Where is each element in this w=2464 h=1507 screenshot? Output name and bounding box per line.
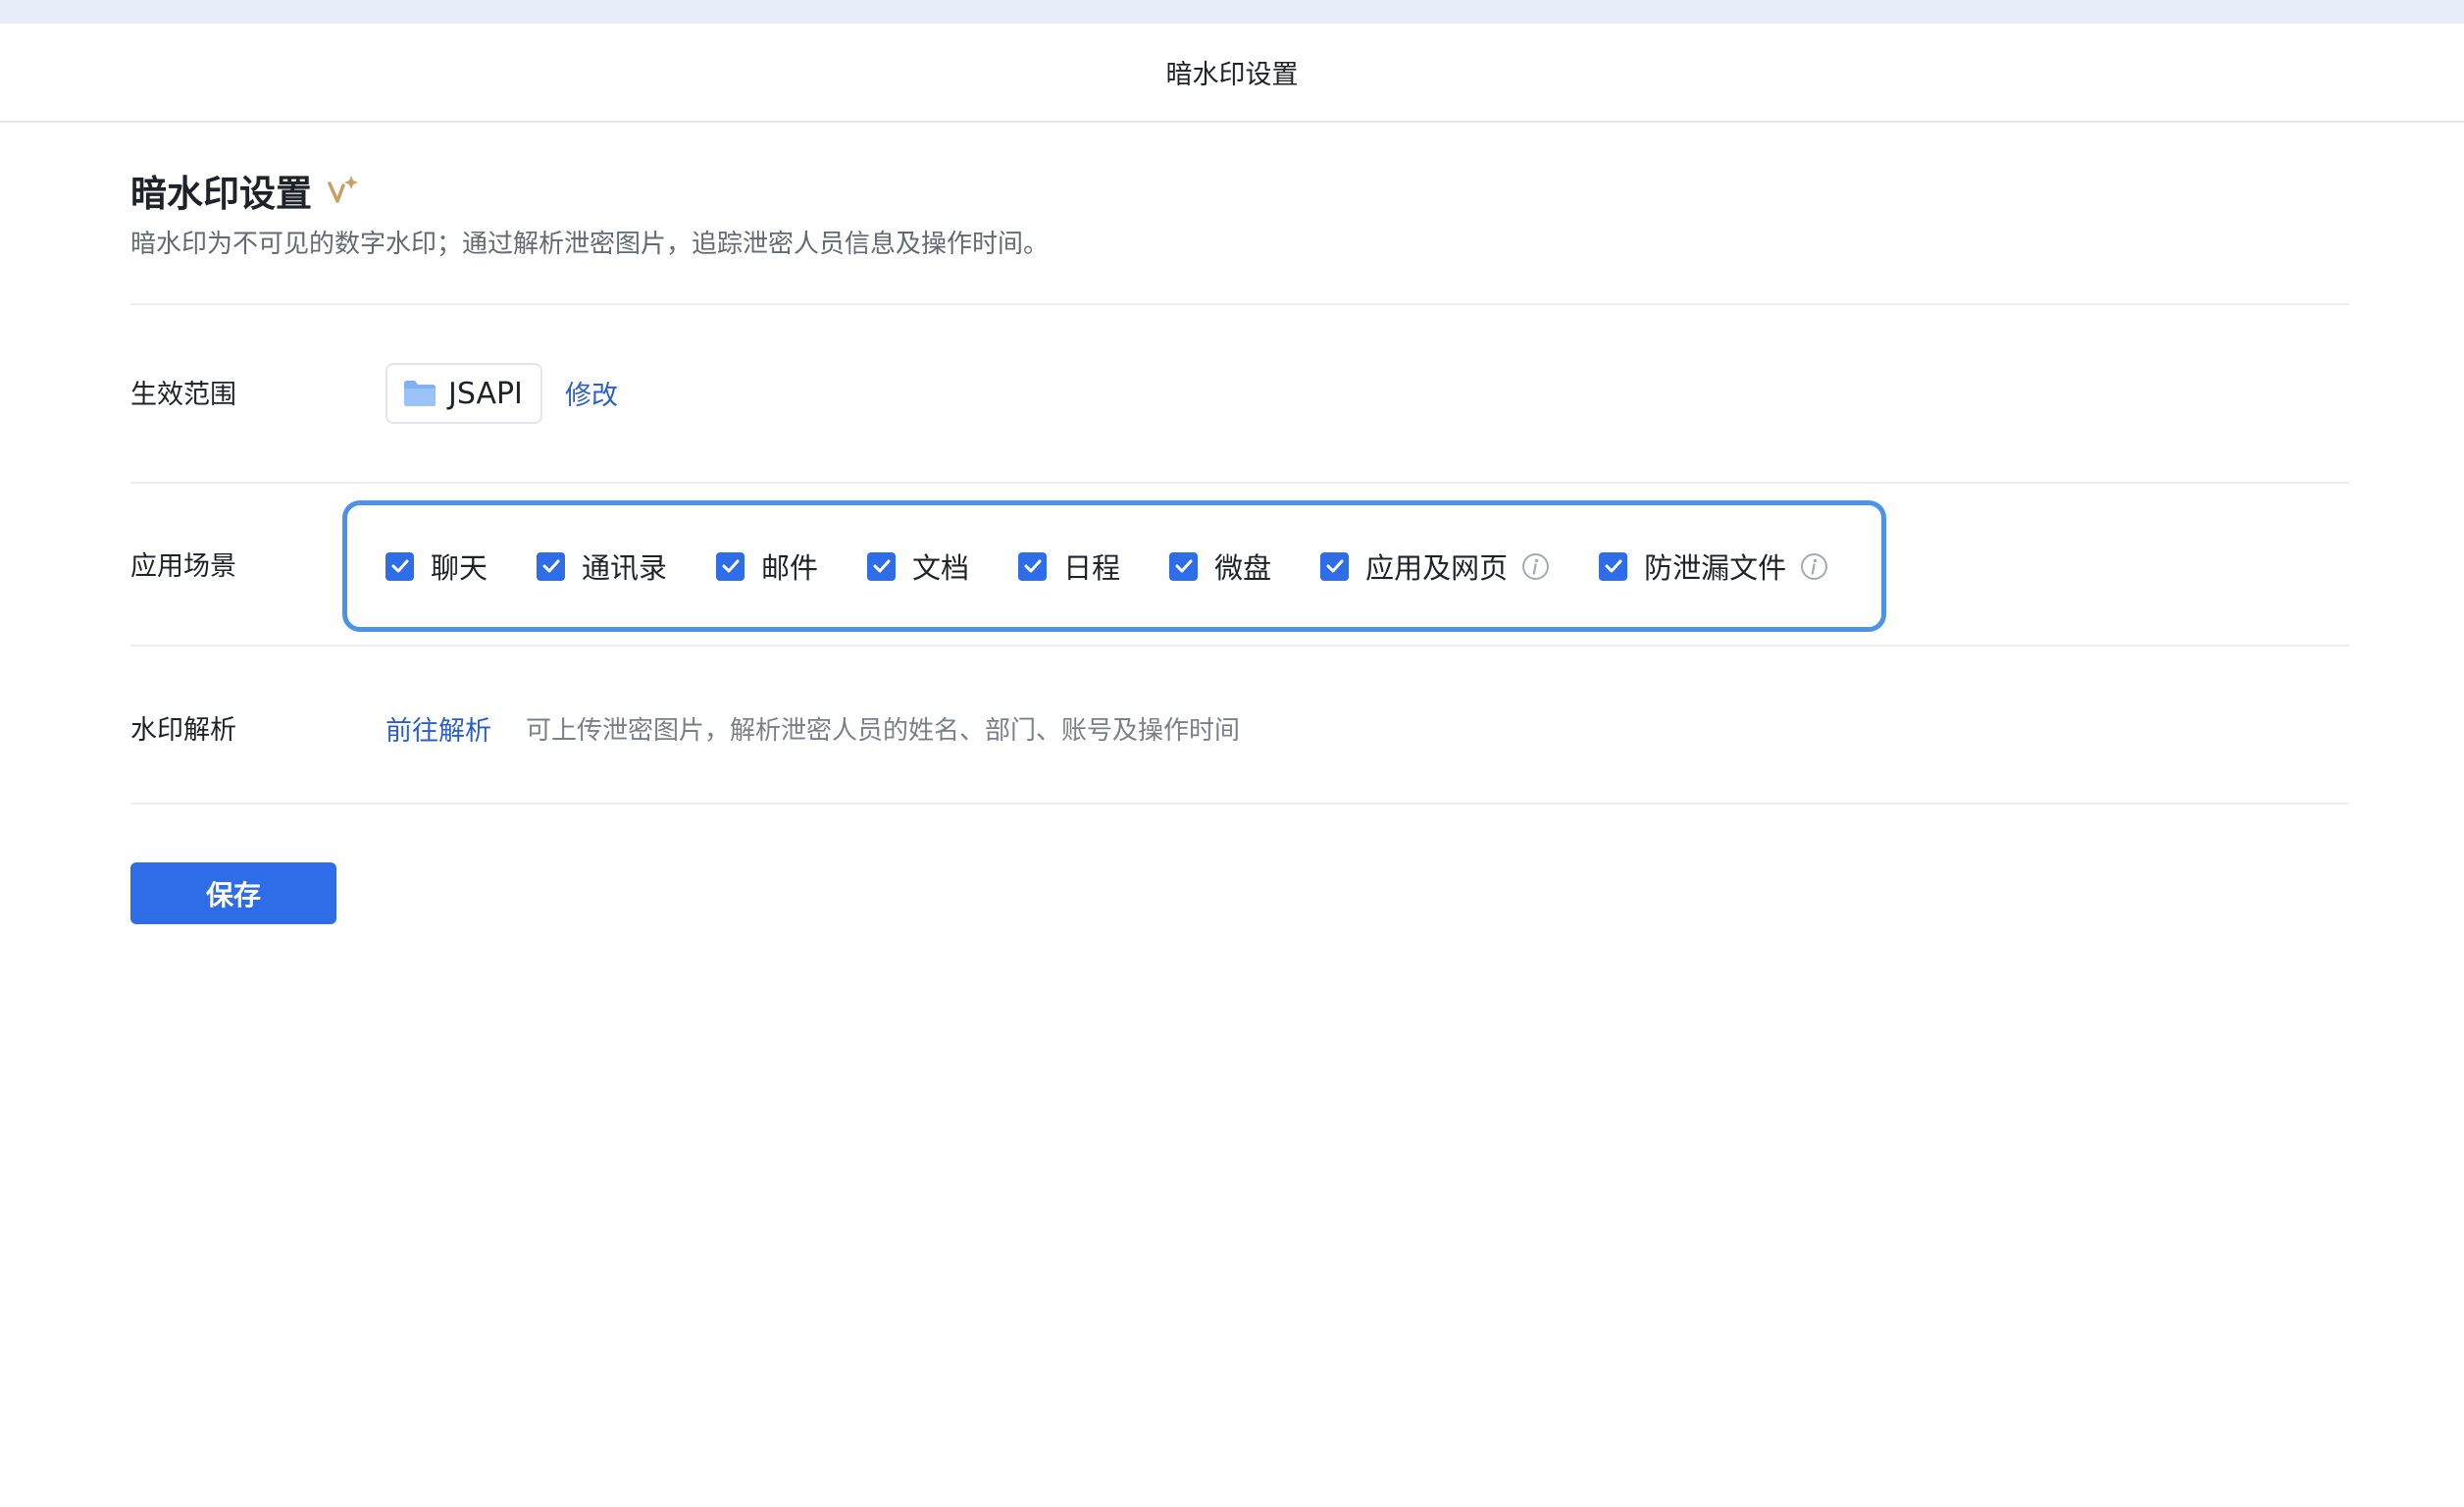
sparkle-icon <box>326 174 359 207</box>
scene-option-label: 聊天 <box>431 551 488 585</box>
checkbox-checked-icon[interactable] <box>385 551 414 581</box>
scene-option-label: 防泄漏文件 <box>1644 551 1787 585</box>
scene-option-label: 邮件 <box>761 551 819 585</box>
scene-option-label: 文档 <box>912 551 970 585</box>
scene-checkbox-list: 聊天 通讯录 邮件 文档 日程 微盘 应用及网页 防泄漏文件 <box>385 546 1828 586</box>
scope-chip[interactable]: JSAPI <box>385 363 542 424</box>
checkbox-checked-icon[interactable] <box>1169 551 1199 581</box>
divider <box>130 803 2349 805</box>
scope-value: JSAPI <box>448 376 523 411</box>
folder-icon <box>403 380 436 407</box>
scene-option-chat[interactable]: 聊天 <box>385 546 488 587</box>
modify-scope-link[interactable]: 修改 <box>565 374 618 412</box>
info-icon[interactable] <box>1521 552 1550 581</box>
scenes-label: 应用场景 <box>130 551 236 582</box>
scene-option-label: 日程 <box>1063 551 1121 585</box>
scope-label: 生效范围 <box>130 380 236 410</box>
checkbox-checked-icon[interactable] <box>716 551 745 581</box>
checkbox-checked-icon[interactable] <box>1320 551 1350 581</box>
checkbox-checked-icon[interactable] <box>1599 551 1628 581</box>
go-analyze-link[interactable]: 前往解析 <box>385 709 491 748</box>
scene-option-mail[interactable]: 邮件 <box>716 546 818 587</box>
divider <box>130 482 2349 484</box>
scene-option-label: 微盘 <box>1214 551 1272 585</box>
scene-option-dlp-files[interactable]: 防泄漏文件 <box>1599 546 1828 587</box>
scene-option-calendar[interactable]: 日程 <box>1018 546 1120 587</box>
page-title: 暗水印设置 <box>130 164 359 217</box>
window-top-strip <box>0 0 2464 24</box>
scene-option-apps-web[interactable]: 应用及网页 <box>1320 546 1550 587</box>
save-button[interactable]: 保存 <box>130 862 336 924</box>
page-title-text: 暗水印设置 <box>130 173 312 215</box>
divider <box>130 303 2349 305</box>
scene-option-contacts[interactable]: 通讯录 <box>537 546 667 587</box>
window-titlebar: 暗水印设置 <box>0 24 2464 123</box>
window-title: 暗水印设置 <box>1165 60 1299 90</box>
checkbox-checked-icon[interactable] <box>537 551 566 581</box>
checkbox-checked-icon[interactable] <box>867 551 897 581</box>
info-icon[interactable] <box>1800 552 1828 581</box>
scene-option-docs[interactable]: 文档 <box>867 546 969 587</box>
checkbox-checked-icon[interactable] <box>1018 551 1048 581</box>
scene-option-label: 应用及网页 <box>1365 551 1509 585</box>
divider <box>130 645 2349 647</box>
scene-option-drive[interactable]: 微盘 <box>1169 546 1271 587</box>
analysis-label: 水印解析 <box>130 715 236 746</box>
analysis-description: 可上传泄密图片，解析泄密人员的姓名、部门、账号及操作时间 <box>526 716 1241 746</box>
page-description: 暗水印为不可见的数字水印；通过解析泄密图片，追踪泄密人员信息及操作时间。 <box>130 230 1050 259</box>
scene-option-label: 通讯录 <box>582 551 668 585</box>
